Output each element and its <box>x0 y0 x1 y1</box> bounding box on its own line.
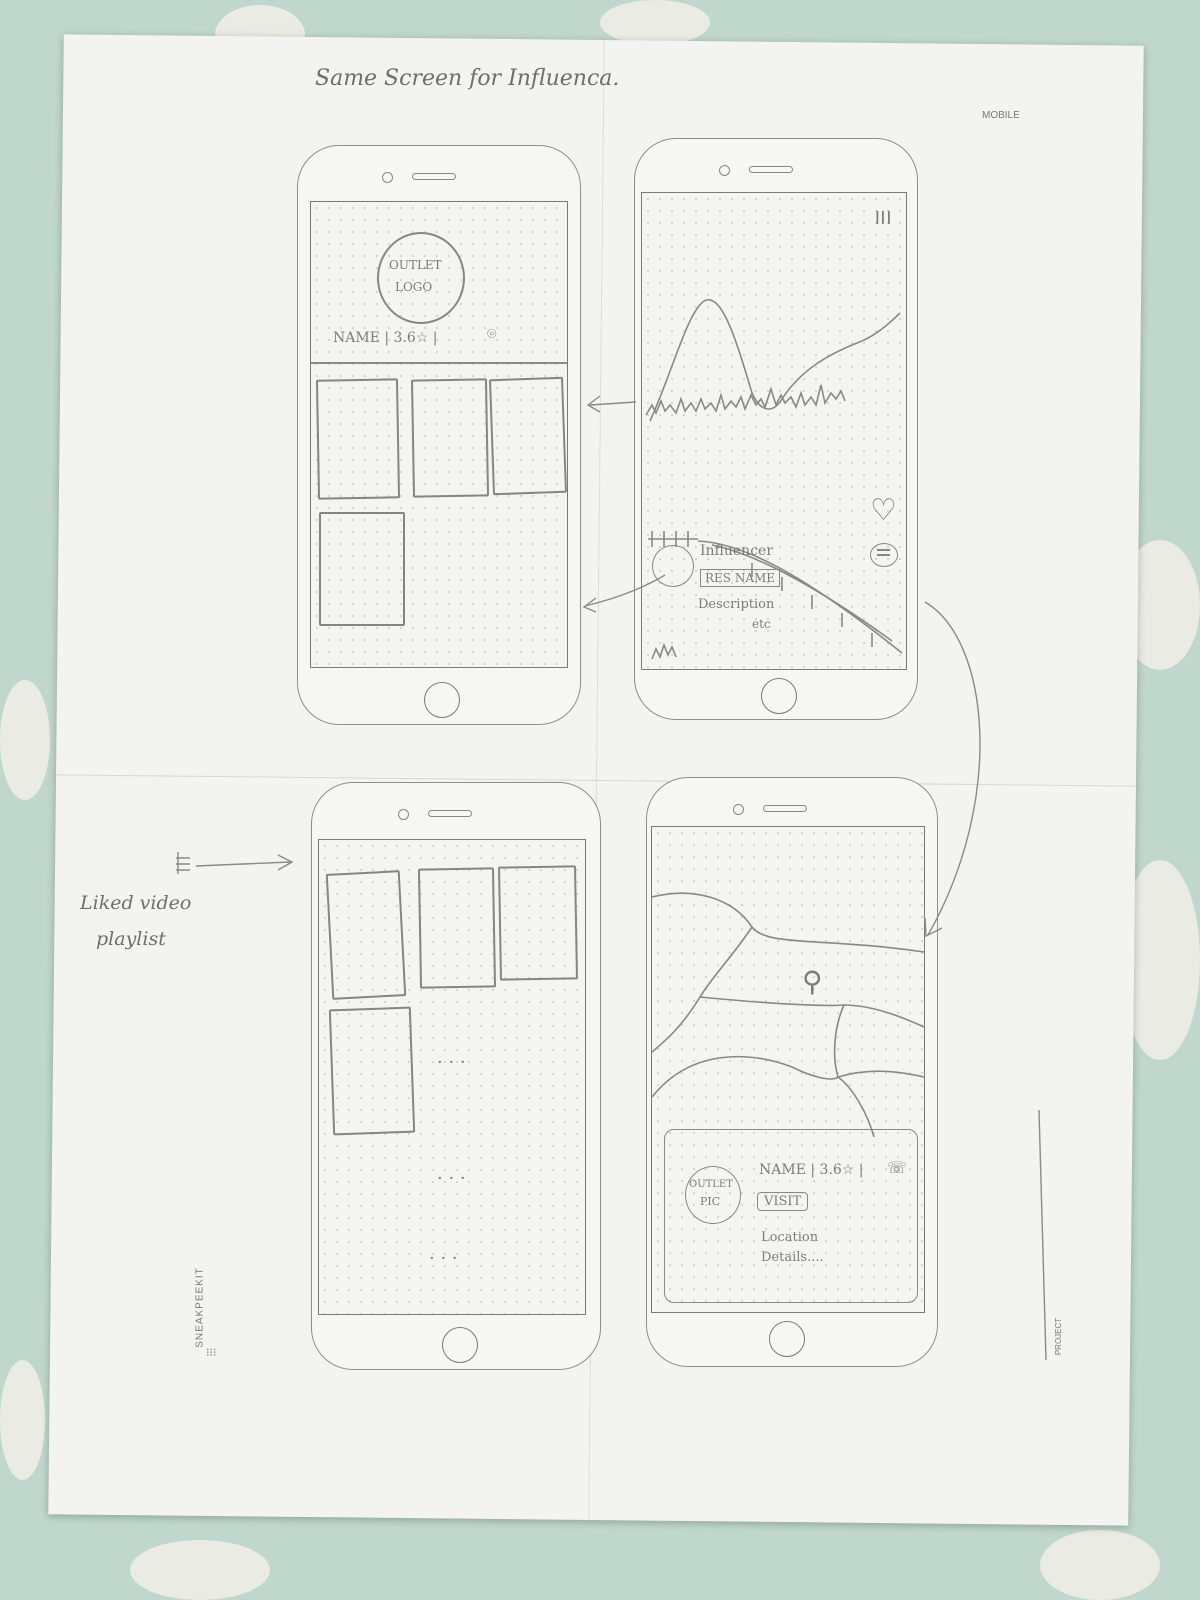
video-thumbnail[interactable] <box>488 376 567 496</box>
bg-flower <box>600 0 710 45</box>
bg-flower <box>0 1360 45 1480</box>
mobile-label: MOBILE <box>982 110 1020 121</box>
description-line1: Description <box>698 597 775 612</box>
note-top: Same Screen for Influenca. <box>315 66 620 91</box>
outlet-name-rating: NAME | 3.6☆ | <box>333 330 438 346</box>
bg-flower <box>130 1540 270 1600</box>
video-thumbnail[interactable] <box>319 512 405 626</box>
project-label: PROJECT <box>1054 1317 1064 1356</box>
location-line2: Details.... <box>761 1250 824 1265</box>
phone-outlet-profile: OUTLET LOGO NAME | 3.6☆ | ⌾ <box>297 145 581 725</box>
profile-divider <box>311 362 567 364</box>
location-line1: Location <box>761 1230 819 1245</box>
bg-flower <box>0 680 50 800</box>
map-pin-icon[interactable]: ⚲ <box>802 965 823 998</box>
outlet-pic-line1: OUTLET <box>689 1179 733 1190</box>
screen-video-feed: ☰ ♡ Influencer RES NAME Description etc <box>641 192 907 670</box>
home-button[interactable] <box>761 678 797 714</box>
description-line2: etc <box>752 617 771 631</box>
video-thumbnail[interactable] <box>498 865 578 981</box>
phone-video-feed: ☰ ♡ Influencer RES NAME Description etc <box>634 138 918 720</box>
more-dots: · · · <box>429 1248 458 1269</box>
video-thumbnail[interactable] <box>315 378 401 500</box>
video-thumbnail[interactable] <box>410 378 490 498</box>
screen-liked-playlist: · · · · · · · · · <box>318 839 586 1315</box>
screen-map-view: ⚲ OUTLET PIC NAME | 3.6☆ | ☏ VISIT Locat… <box>651 826 925 1313</box>
more-dots: · · · <box>437 1168 466 1189</box>
phone-liked-playlist: · · · · · · · · · <box>311 782 601 1370</box>
outlet-pic[interactable]: OUTLET PIC <box>685 1166 741 1224</box>
camera-icon <box>382 172 393 183</box>
phone-call-icon[interactable]: ☏ <box>887 1158 907 1177</box>
influencer-label: Influencer <box>700 543 774 559</box>
like-heart-icon[interactable]: ♡ <box>870 493 897 528</box>
speaker-grille <box>749 166 793 173</box>
video-thumbnail[interactable] <box>328 1006 416 1136</box>
camera-icon <box>398 809 409 820</box>
res-name-tag[interactable]: RES NAME <box>700 569 781 587</box>
home-button[interactable] <box>769 1321 805 1357</box>
brand-dots-icon: ⁝⁝⁝ <box>206 1347 217 1359</box>
bg-flower <box>1040 1530 1160 1600</box>
influencer-avatar[interactable] <box>652 545 694 587</box>
camera-icon <box>719 165 730 176</box>
outlet-logo-line1: OUTLET <box>389 258 442 272</box>
outlet-card[interactable]: OUTLET PIC NAME | 3.6☆ | ☏ VISIT Locatio… <box>664 1129 918 1303</box>
outlet-pic-line2: PIC <box>700 1195 721 1208</box>
brand-label: SNEAKPEEKIT <box>194 1267 206 1348</box>
speaker-grille <box>763 805 807 812</box>
outlet-logo[interactable]: OUTLET LOGO <box>377 232 465 324</box>
camera-icon <box>733 804 744 815</box>
visit-button[interactable]: VISIT <box>757 1192 809 1211</box>
comment-icon[interactable] <box>870 543 898 567</box>
more-dots: · · · <box>437 1052 466 1073</box>
phone-map-view: ⚲ OUTLET PIC NAME | 3.6☆ | ☏ VISIT Locat… <box>646 777 938 1367</box>
location-pin-icon[interactable]: ⌾ <box>487 324 497 344</box>
outlet-logo-line2: LOGO <box>395 280 433 294</box>
liked-note-line2: playlist <box>96 928 166 950</box>
speaker-grille <box>428 810 472 817</box>
video-thumbnail[interactable] <box>417 867 497 989</box>
speaker-grille <box>412 173 456 180</box>
outlet-name-rating: NAME | 3.6☆ | <box>759 1162 864 1178</box>
home-button[interactable] <box>424 682 460 718</box>
screen-outlet-profile: OUTLET LOGO NAME | 3.6☆ | ⌾ <box>310 201 568 668</box>
home-button[interactable] <box>442 1327 478 1363</box>
video-thumbnail[interactable] <box>325 870 407 1000</box>
liked-note-line1: Liked video <box>80 892 192 914</box>
